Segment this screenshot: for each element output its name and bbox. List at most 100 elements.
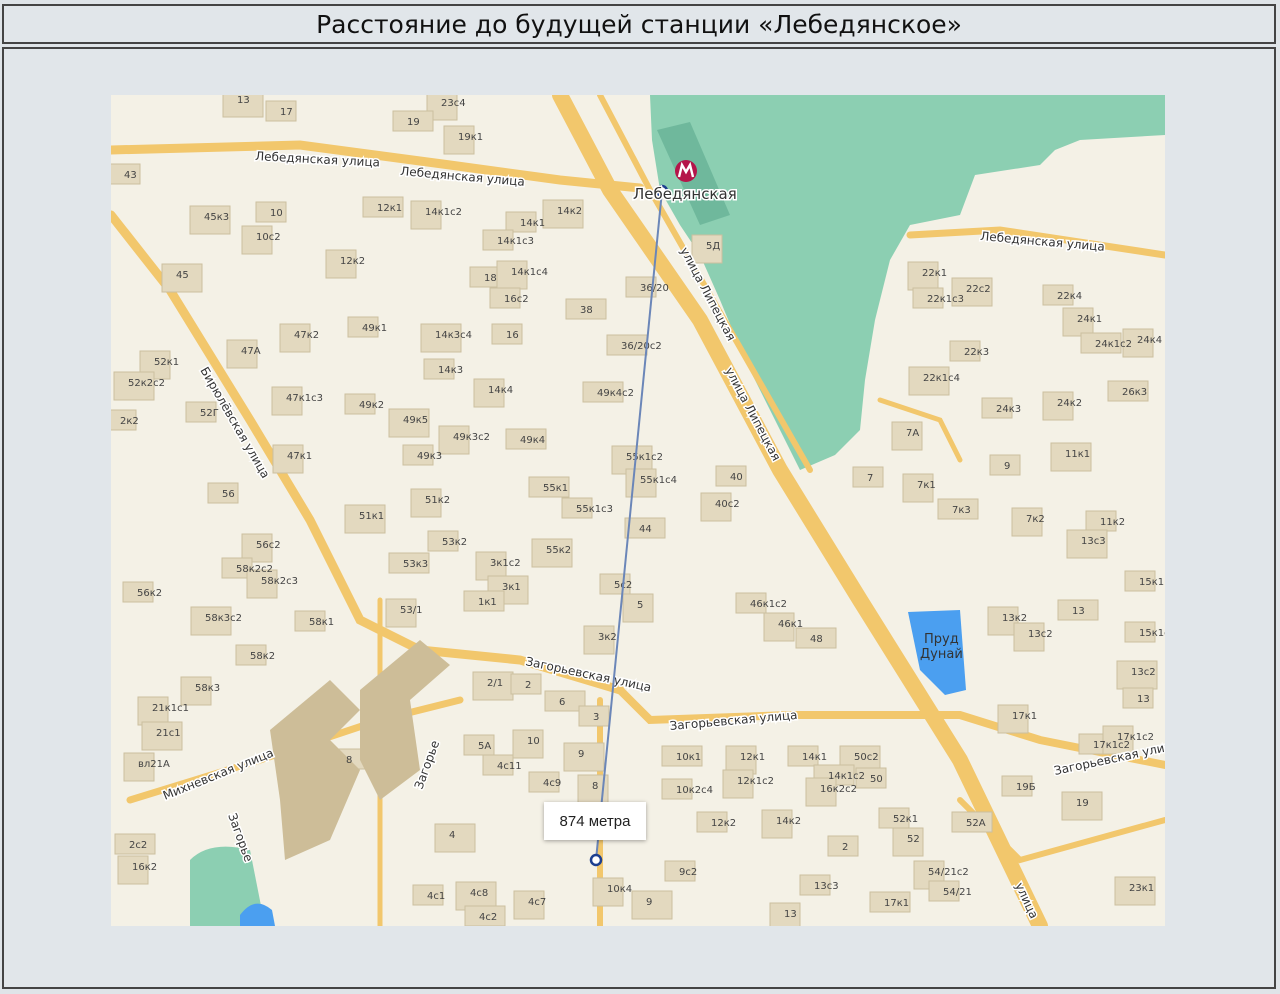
distance-label: 874 метра: [559, 812, 631, 830]
building-number: 12к1с2: [737, 776, 774, 787]
building-number: 9: [578, 749, 584, 760]
building-number: 4: [449, 830, 455, 841]
building-number: 26к3: [1122, 387, 1147, 398]
building-number: 13с3: [1081, 536, 1106, 547]
building-number: 52к1: [893, 814, 918, 825]
building-number: 54/21с2: [928, 867, 969, 878]
building-number: 56к2: [137, 588, 162, 599]
metro-icon[interactable]: [675, 160, 697, 182]
street-label: Михневская улица: [161, 746, 276, 803]
building-number: 51к1: [359, 511, 384, 522]
building-number: 58к1: [309, 617, 334, 628]
building-number: 50: [870, 774, 883, 785]
map-view[interactable]: 13 17 23с4 19 19к1 43 45к3 10 10с2 12к1 14к1с2 14к1…: [111, 95, 1165, 926]
building-number: 13: [784, 909, 797, 920]
building-number: 3к1с2: [490, 558, 521, 569]
building-number: 8: [592, 781, 598, 792]
building-number: 13: [237, 95, 250, 106]
building-number: 14к4: [488, 385, 513, 396]
building-number: 21к1с1: [152, 703, 189, 714]
building-number: 13с2: [1131, 667, 1156, 678]
building-number: 4с7: [528, 897, 546, 908]
building-number: 56с2: [256, 540, 281, 551]
building-number: 14к2: [776, 816, 801, 827]
building-number: 3к1: [502, 582, 521, 593]
building-number: 22к1с3: [927, 294, 964, 305]
building-number: 46к1с2: [750, 599, 787, 610]
building-number: 5А: [478, 741, 491, 752]
building-number: 53к2: [442, 537, 467, 548]
building-number: 10: [270, 208, 283, 219]
building-number: 10к1: [676, 752, 701, 763]
building-number: 14к1с3: [497, 236, 534, 247]
building-number: 22с2: [966, 284, 991, 295]
street-label: улица: [1012, 880, 1041, 920]
building-number: 14к1с2: [828, 771, 865, 782]
building-number: 3к2: [598, 632, 617, 643]
building-number: 5Д: [706, 241, 720, 252]
building-number: 23к1: [1129, 883, 1154, 894]
building-number: 58к2с3: [261, 576, 298, 587]
building-number: 55к2: [546, 545, 571, 556]
building-number: 2: [525, 680, 531, 691]
building-number: 36/20: [640, 283, 669, 294]
street-label: Лебедянская улица: [980, 229, 1106, 254]
building-number: 24к2: [1057, 398, 1082, 409]
building-number: вл21А: [138, 759, 170, 770]
building-number: 21с1: [156, 728, 181, 739]
building-number: 55к1с4: [640, 475, 677, 486]
building-number: 45к3: [204, 212, 229, 223]
building-number: 9: [646, 897, 652, 908]
building-number: 16с2: [504, 294, 529, 305]
building-number: 17к1с2: [1117, 732, 1154, 743]
building-number: 22к3: [964, 347, 989, 358]
building-number: 7А: [906, 428, 919, 439]
building-number: 47к1: [287, 451, 312, 462]
building-number: 24к1: [1077, 314, 1102, 325]
route-end-marker[interactable]: [589, 853, 603, 867]
building-number: 49к3с2: [453, 432, 490, 443]
building-number: 16к2: [132, 862, 157, 873]
building-number: 12к1: [740, 752, 765, 763]
building-number: 13: [1072, 606, 1085, 617]
building-number: 9с2: [679, 867, 697, 878]
building-number: 19: [1076, 798, 1089, 809]
building-number: 10к4: [607, 884, 632, 895]
building-number: 22к1: [922, 268, 947, 279]
building-number: 17к1: [1012, 711, 1037, 722]
building-number: 49к4: [520, 435, 545, 446]
building-number: 12к2: [711, 818, 736, 829]
building-number: 55к1с2: [626, 452, 663, 463]
building-number: 8: [346, 755, 352, 766]
distance-callout: 874 метра: [544, 802, 646, 840]
building-number: 1к1: [478, 597, 497, 608]
street-label: Загорьевская улица: [669, 708, 798, 733]
title-bar: Расстояние до будущей станции «Лебедянск…: [2, 4, 1276, 44]
building-number: 3: [593, 712, 599, 723]
building-number: 40: [730, 472, 743, 483]
street-label: Загорьевская улица: [524, 654, 652, 694]
building-number: 18: [484, 273, 497, 284]
building-number: 44: [639, 524, 652, 535]
building-number: 52Г: [200, 408, 219, 419]
building-number: 53к3: [403, 559, 428, 570]
building-number: 58к2: [250, 651, 275, 662]
building-number: 13с2: [1028, 629, 1053, 640]
building-number: 54/21: [943, 887, 972, 898]
building-number: 58к3с2: [205, 613, 242, 624]
building-number: 14к1с2: [425, 207, 462, 218]
building-number: 10с2: [256, 232, 281, 243]
building-number: 53/1: [400, 605, 422, 616]
building-number: 14к3с4: [435, 330, 472, 341]
building-number: 4с9: [543, 778, 561, 789]
building-number: 9: [1004, 461, 1010, 472]
building-number: 11к1: [1065, 449, 1090, 460]
station-label[interactable]: Лебедянская: [632, 184, 739, 205]
building-number: 22к4: [1057, 291, 1082, 302]
building-number: 13к2: [1002, 613, 1027, 624]
building-number: 19: [407, 117, 420, 128]
building-number: 49к4с2: [597, 388, 634, 399]
building-number: 10к2с4: [676, 785, 713, 796]
building-number: 52к1: [154, 357, 179, 368]
building-number: 6: [559, 697, 565, 708]
